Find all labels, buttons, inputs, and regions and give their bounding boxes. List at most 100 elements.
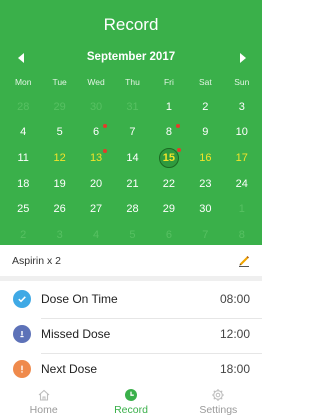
calendar-day[interactable]: 28 — [114, 196, 150, 222]
weekday-label: Fri — [163, 77, 174, 87]
calendar-day[interactable]: 30 — [187, 196, 223, 222]
calendar-day[interactable]: 19 — [41, 171, 77, 197]
gear-icon — [212, 389, 225, 401]
dose-marker-dot — [103, 123, 108, 128]
calendar-day[interactable]: 29 — [41, 94, 77, 120]
day-number: 7 — [202, 228, 209, 241]
day-number: 25 — [17, 203, 30, 216]
calendar-day[interactable]: 5 — [114, 222, 150, 248]
medicine-row: Aspirin x 2 — [0, 250, 262, 272]
next-month-arrow-icon[interactable] — [240, 53, 246, 63]
tab-label: Settings — [199, 404, 238, 416]
day-number: 7 — [129, 126, 136, 139]
tab-settings[interactable]: Settings — [175, 382, 262, 419]
calendar-day[interactable]: 5 — [41, 120, 77, 146]
day-number: 16 — [199, 151, 212, 164]
weekday-label: Sat — [198, 77, 212, 87]
calendar-day[interactable]: 4 — [5, 120, 41, 146]
section-divider — [0, 276, 262, 281]
day-number: 6 — [93, 126, 100, 139]
weekday-header: Mon Tue Wed Thu Fri Sat Sun — [5, 77, 260, 91]
tab-home[interactable]: Home — [0, 382, 87, 419]
calendar-day[interactable]: 31 — [114, 94, 150, 120]
day-number: 2 — [20, 228, 27, 241]
day-number: 18 — [17, 177, 30, 190]
page-title: Record — [103, 15, 159, 34]
calendar-day[interactable]: 8 — [151, 120, 187, 146]
calendar-day[interactable]: 22 — [151, 171, 187, 197]
day-number: 12 — [53, 151, 66, 164]
calendar-day[interactable]: 28 — [5, 94, 41, 120]
calendar-day[interactable]: 20 — [78, 171, 114, 197]
day-number: 3 — [56, 228, 63, 241]
calendar-day[interactable]: 1 — [151, 94, 187, 120]
calendar-days-grid: 28 29 30 31 1 2 3 4 5 6 7 8 9 10 11 12 13 14 15 16 17 18 19 20 2… — [5, 94, 260, 248]
calendar-day[interactable]: 7 — [114, 120, 150, 146]
weekday-label: Mon — [14, 77, 32, 87]
calendar-day[interactable]: 9 — [187, 120, 223, 146]
calendar-day[interactable]: 12 — [41, 145, 77, 171]
day-number: 3 — [238, 100, 245, 113]
day-number: 31 — [126, 100, 139, 113]
calendar-day[interactable]: 29 — [151, 196, 187, 222]
day-number: 17 — [235, 151, 248, 164]
calendar-day[interactable]: 16 — [187, 145, 223, 171]
day-number: 13 — [89, 151, 103, 164]
calendar-day[interactable]: 27 — [78, 196, 114, 222]
calendar-day[interactable]: 30 — [78, 94, 114, 120]
dose-marker-dot — [103, 149, 108, 154]
calendar-day[interactable]: 25 — [5, 196, 41, 222]
tab-record[interactable]: Record — [87, 382, 174, 419]
bottom-tab-bar: Home Record Settings — [0, 382, 262, 419]
home-icon — [38, 389, 50, 401]
calendar-day[interactable]: 10 — [224, 120, 260, 146]
day-number: 6 — [165, 228, 172, 241]
calendar-day[interactable]: 6 — [78, 120, 114, 146]
legend-label: Missed Dose — [41, 327, 111, 341]
dose-time: 08:00 — [219, 292, 250, 306]
calendar-day[interactable]: 21 — [114, 171, 150, 197]
month-label: September 2017 — [86, 51, 176, 63]
calendar-day[interactable]: 3 — [224, 94, 260, 120]
day-number: 4 — [20, 126, 27, 139]
pencil-icon[interactable] — [238, 254, 250, 267]
day-number: 19 — [53, 177, 66, 190]
calendar-day[interactable]: 13 — [78, 145, 114, 171]
calendar-day[interactable]: 1 — [224, 196, 260, 222]
day-number: 9 — [202, 126, 209, 139]
calendar-day[interactable]: 11 — [5, 145, 41, 171]
calendar-day[interactable]: 14 — [114, 145, 150, 171]
calendar-day[interactable]: 4 — [78, 222, 114, 248]
calendar-day[interactable]: 26 — [41, 196, 77, 222]
calendar-day[interactable]: 7 — [187, 222, 223, 248]
medicine-name: Aspirin x 2 — [12, 255, 62, 267]
calendar-day[interactable]: 2 — [5, 222, 41, 248]
calendar-day[interactable]: 3 — [41, 222, 77, 248]
day-number: 29 — [162, 203, 176, 216]
calendar-day[interactable]: 17 — [224, 145, 260, 171]
day-number: 5 — [129, 228, 136, 241]
calendar-day[interactable]: 23 — [187, 171, 223, 197]
day-number: 2 — [202, 100, 209, 113]
day-number: 30 — [199, 203, 212, 216]
day-number: 10 — [235, 126, 248, 139]
calendar-day[interactable]: 2 — [187, 94, 223, 120]
day-number: 22 — [162, 177, 176, 190]
day-number: 21 — [126, 177, 139, 190]
tab-label: Home — [29, 404, 58, 416]
day-number: 15 — [158, 147, 179, 168]
day-number: 24 — [235, 177, 248, 190]
weekday-label: Thu — [125, 77, 140, 87]
day-number: 26 — [53, 203, 66, 216]
calendar-day[interactable]: 8 — [224, 222, 260, 248]
calendar-day[interactable]: 24 — [224, 171, 260, 197]
day-number: 30 — [89, 100, 103, 113]
calendar-day-selected[interactable]: 15 — [151, 145, 187, 171]
day-number: 5 — [56, 126, 63, 139]
check-icon — [13, 290, 31, 308]
app-root: Record September 2017 Mon Tue Wed Thu Fr… — [0, 0, 262, 419]
calendar-day[interactable]: 6 — [151, 222, 187, 248]
day-number: 11 — [17, 151, 29, 164]
legend-label: Dose On Time — [41, 292, 118, 306]
calendar-day[interactable]: 18 — [5, 171, 41, 197]
